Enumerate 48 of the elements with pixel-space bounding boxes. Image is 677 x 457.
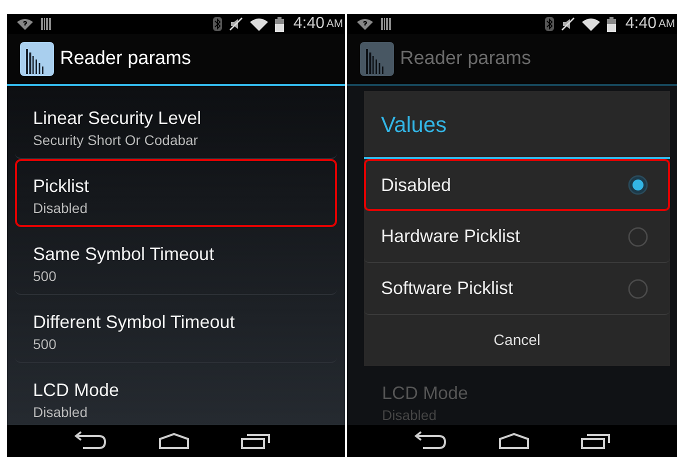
- action-bar-title: Reader params: [60, 48, 191, 70]
- recent-apps-icon[interactable]: [241, 433, 271, 449]
- bluetooth-icon: [545, 17, 554, 31]
- clock-meridiem: AM: [658, 18, 675, 30]
- setting-summary: 500: [33, 335, 58, 354]
- battery-icon: [607, 16, 616, 32]
- setting-title: Picklist: [33, 175, 90, 198]
- option-row[interactable]: Disabled: [364, 159, 670, 211]
- setting-title: LCD Mode: [382, 382, 470, 405]
- setting-row[interactable]: Same Symbol Timeout 500: [15, 227, 337, 295]
- home-icon[interactable]: [499, 433, 529, 449]
- option-label: Disabled: [381, 174, 452, 196]
- radio-icon[interactable]: [628, 226, 648, 246]
- action-bar-title: Reader params: [400, 48, 531, 70]
- home-icon[interactable]: [159, 433, 189, 449]
- app-icon: [360, 42, 394, 76]
- setting-row[interactable]: Different Symbol Timeout 500: [15, 295, 337, 363]
- setting-title: Linear Security Level: [33, 107, 202, 130]
- wifi-question-icon: [357, 18, 373, 30]
- setting-summary: Security Short Or Codabar: [33, 131, 199, 150]
- radio-icon[interactable]: [628, 278, 648, 298]
- setting-summary: Disabled: [33, 199, 88, 218]
- dialog-title: Values: [364, 91, 670, 159]
- radio-selected-icon[interactable]: [628, 175, 648, 195]
- clock: 4:40: [625, 15, 656, 33]
- barcode-icon: [41, 18, 51, 30]
- battery-icon: [275, 16, 284, 32]
- option-label: Hardware Picklist: [381, 226, 520, 247]
- setting-row[interactable]: Picklist Disabled: [15, 159, 337, 227]
- wifi-icon: [250, 18, 268, 30]
- bluetooth-icon: [213, 17, 222, 31]
- setting-title: LCD Mode: [33, 379, 120, 402]
- muted-speaker-icon: [229, 17, 244, 31]
- clock-meridiem: AM: [326, 18, 343, 30]
- app-icon: [20, 42, 54, 76]
- setting-summary: Disabled: [33, 403, 88, 422]
- option-label: Software Picklist: [381, 278, 514, 299]
- clock: 4:40: [293, 15, 324, 33]
- option-row[interactable]: Hardware Picklist: [364, 211, 670, 263]
- setting-title: Same Symbol Timeout: [33, 243, 216, 266]
- muted-speaker-icon: [561, 17, 576, 31]
- setting-title: Different Symbol Timeout: [33, 311, 236, 334]
- barcode-icon: [381, 18, 391, 30]
- recent-apps-icon[interactable]: [581, 433, 611, 449]
- wifi-question-icon: [17, 18, 33, 30]
- setting-summary: 500: [33, 267, 58, 286]
- setting-row[interactable]: Linear Security Level Security Short Or Codabar: [15, 91, 337, 159]
- wifi-icon: [582, 18, 600, 30]
